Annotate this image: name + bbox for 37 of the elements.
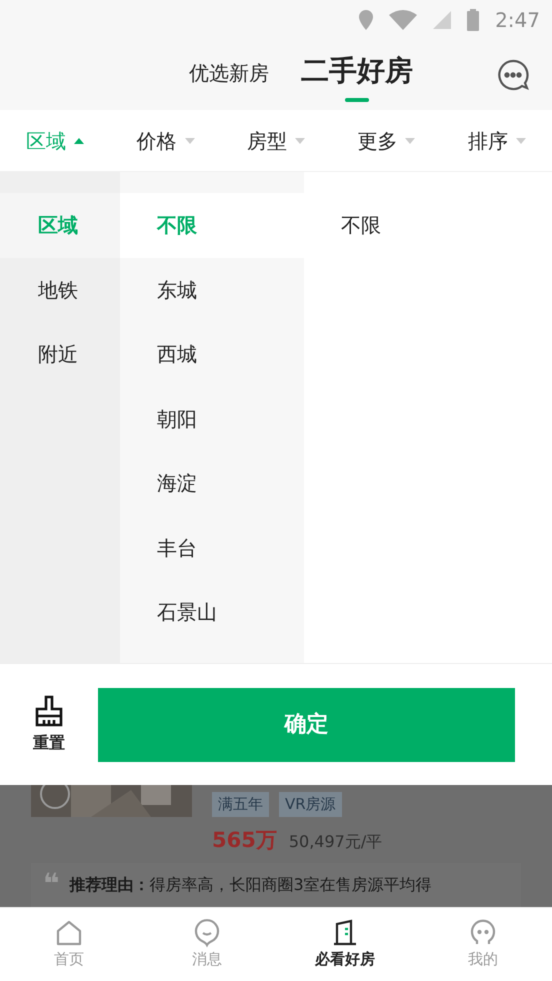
wifi-icon (389, 10, 418, 30)
caret-up-icon (74, 138, 84, 144)
unit-price: 50,497元/平 (288, 831, 382, 853)
recommendation-text: 推荐理由：得房率高，长阳商圈3室在售房源平均得 (69, 874, 432, 896)
filter-tab[interactable]: 排序 (442, 126, 552, 156)
chat-icon[interactable] (496, 58, 530, 92)
listing-tag: VR房源 (279, 792, 342, 816)
chat-bubble-icon (192, 918, 222, 948)
sub-option-item[interactable]: 不限 (304, 193, 552, 258)
filter-tab[interactable]: 价格 (110, 126, 221, 156)
header-tab[interactable]: 二手好房 (301, 50, 413, 102)
brush-icon (34, 694, 64, 726)
location-icon (359, 10, 374, 30)
district-item[interactable]: 西城 (120, 322, 304, 386)
listing-tag: 满五年 (212, 792, 269, 816)
filter-tab[interactable]: 房型 (220, 126, 332, 156)
clock-time: 2:47 (495, 7, 540, 34)
caret-down-icon (295, 138, 306, 144)
caret-down-icon (405, 138, 416, 144)
caret-down-icon (184, 138, 195, 144)
signal-icon (433, 11, 452, 29)
caret-down-icon (516, 138, 526, 144)
district-item[interactable]: 海淀 (120, 451, 304, 516)
header-tab[interactable]: 优选新房 (189, 50, 269, 88)
district-item[interactable]: 石景山 (120, 580, 304, 644)
district-item[interactable]: 东城 (120, 258, 304, 322)
reset-button[interactable]: 重置 (0, 694, 98, 754)
category-item[interactable]: 地铁 (0, 258, 120, 322)
listing-price: 565万 (212, 827, 277, 854)
category-item[interactable]: 附近 (0, 322, 120, 386)
district-item[interactable]: 丰台 (120, 516, 304, 580)
battery-icon (467, 9, 480, 31)
nav-tab[interactable]: 必看好房 (276, 908, 414, 981)
tab-indicator (345, 98, 369, 102)
filter-tab[interactable]: 更多 (331, 126, 442, 156)
quote-icon: ❝ (43, 873, 60, 895)
district-item[interactable]: 朝阳 (120, 386, 304, 451)
